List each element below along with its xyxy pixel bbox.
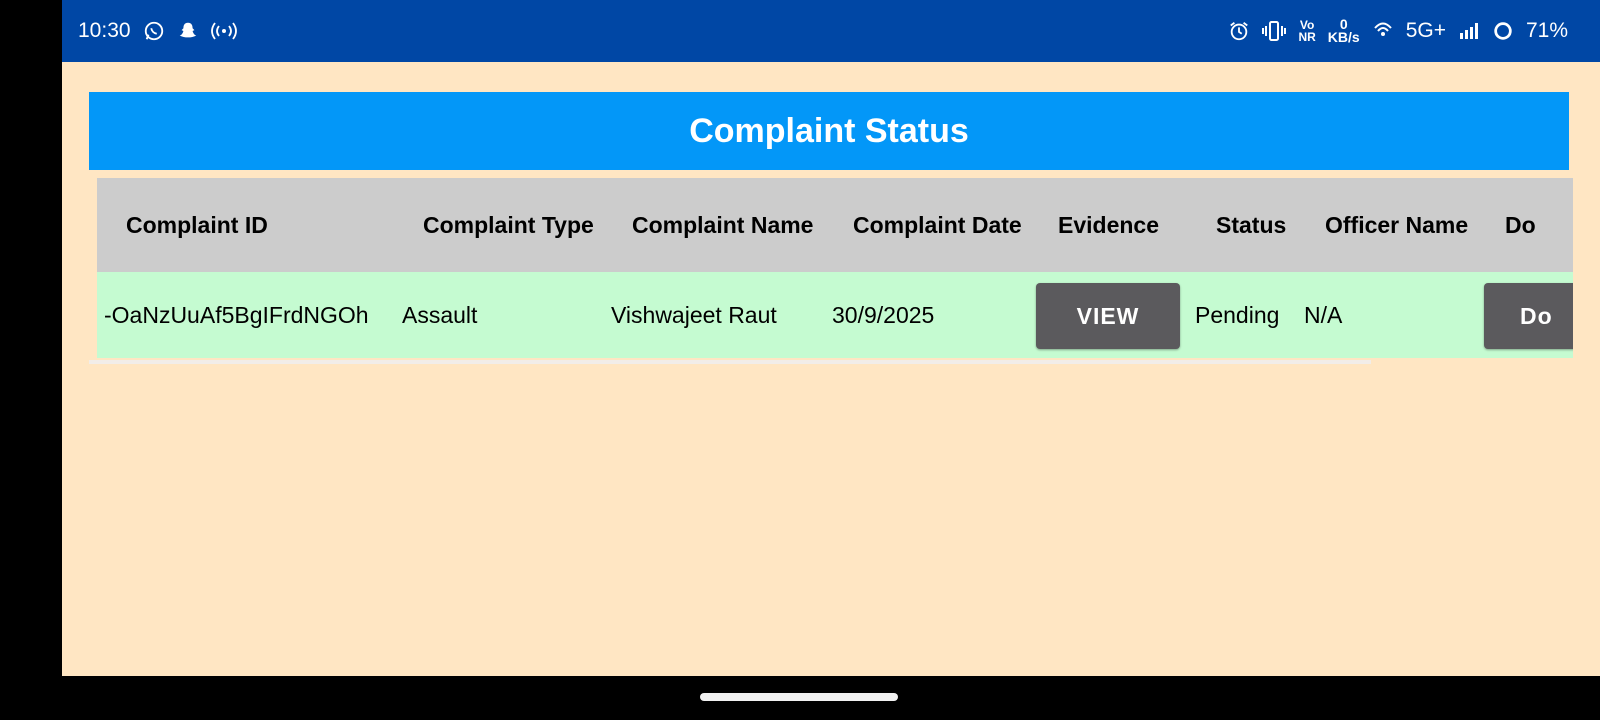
- speed-unit: KB/s: [1327, 29, 1360, 45]
- header-evidence: Evidence: [1058, 211, 1159, 238]
- header-panel: Complaint Status: [89, 92, 1569, 176]
- cell-status: Pending: [1195, 301, 1280, 328]
- network-type: 5G+: [1405, 19, 1446, 42]
- cell-complaint-name: Vishwajeet Raut: [611, 301, 777, 328]
- view-evidence-button[interactable]: VIEW: [1036, 283, 1180, 349]
- status-right: Vo NR 0 KB/s 5G+ 71%: [1228, 17, 1568, 45]
- header-status: Status: [1216, 211, 1287, 238]
- vibrate-icon: [1262, 20, 1287, 42]
- volte-indicator: Vo NR: [1298, 18, 1316, 44]
- header-officer-name: Officer Name: [1325, 211, 1469, 238]
- network-speed: 0 KB/s: [1327, 17, 1360, 45]
- cell-officer-name: N/A: [1304, 301, 1343, 328]
- snapchat-icon: [177, 20, 199, 42]
- table-row: -OaNzUuAf5BgIFrdNGOh Assault Vishwajeet …: [97, 272, 1573, 358]
- home-gesture-handle[interactable]: [700, 693, 898, 701]
- alarm-icon: [1228, 20, 1250, 42]
- header-complaint-date: Complaint Date: [853, 211, 1022, 238]
- cell-complaint-id: -OaNzUuAf5BgIFrdNGOh: [104, 301, 369, 328]
- whatsapp-icon: [143, 20, 165, 42]
- battery-level: 71%: [1525, 19, 1568, 42]
- hotspot-icon: [210, 21, 237, 41]
- status-left: 10:30: [78, 19, 237, 43]
- navigation-bar: [0, 676, 1600, 720]
- header-download: Do: [1505, 211, 1536, 238]
- download-button[interactable]: Do: [1484, 283, 1573, 349]
- header-complaint-type: Complaint Type: [423, 211, 594, 238]
- battery-icon: [1492, 20, 1514, 42]
- complaints-table[interactable]: Complaint ID Complaint Type Complaint Na…: [97, 178, 1573, 362]
- status-bar: 10:30 Vo NR 0 KB/s 5G+ 71%: [62, 0, 1600, 62]
- cell-complaint-type: Assault: [402, 301, 478, 328]
- table-scroll-shadow: [89, 360, 1371, 364]
- app-screen: 10:30 Vo NR 0 KB/s 5G+ 71% Complaint Sta…: [62, 0, 1600, 676]
- page-title: Complaint Status: [689, 111, 969, 150]
- header-bar: Complaint Status: [89, 92, 1569, 170]
- header-complaint-name: Complaint Name: [632, 211, 814, 238]
- header-complaint-id: Complaint ID: [126, 211, 268, 238]
- signal-icon: [1458, 21, 1480, 41]
- cell-complaint-date: 30/9/2025: [832, 301, 935, 328]
- clock: 10:30: [78, 19, 131, 42]
- table-header-row: Complaint ID Complaint Type Complaint Na…: [97, 178, 1573, 272]
- wifi-calling-icon: [1372, 21, 1394, 41]
